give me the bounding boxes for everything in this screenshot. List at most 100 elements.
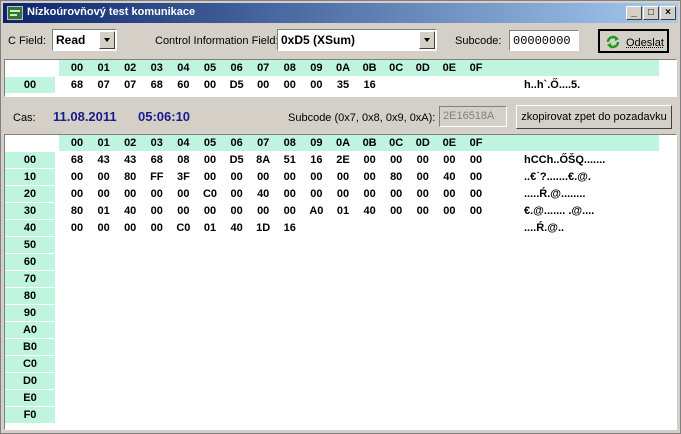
response-byte-cell: 51 [283, 154, 296, 166]
request-byte-cell: 07 [124, 79, 137, 91]
cif-dropdown-icon[interactable] [419, 31, 435, 49]
response-row-label: A0 [5, 322, 55, 338]
response-byte-cell: 00 [363, 188, 376, 200]
response-col-header: 0C [389, 137, 404, 149]
response-col-header: 05 [203, 137, 217, 149]
time-value: 05:06:10 [138, 109, 191, 124]
response-byte-cell: 00 [416, 171, 429, 183]
response-byte-cell: 68 [70, 154, 84, 166]
cfield-dropdown-icon[interactable] [99, 31, 115, 49]
cas-label: Cas: [13, 112, 36, 124]
cif-select[interactable]: 0xD5 (XSum) [277, 29, 437, 51]
response-byte-cell: 00 [177, 205, 190, 217]
request-byte-cell: D5 [229, 79, 244, 91]
response-row-label: 30 [5, 203, 55, 219]
response-ascii-text: ..€˙?.......€.@. [524, 171, 591, 183]
subcode-input[interactable]: 00000000 [509, 30, 579, 51]
response-byte-cell: 08 [177, 154, 190, 166]
response-row: 30 80 01 40 00 00 00 00 00 00 A0 01 40 00 00 00 00 €.@...… [5, 203, 676, 220]
response-byte-cell: 00 [257, 171, 270, 183]
response-byte-cell: 00 [230, 205, 243, 217]
title-bar[interactable]: Nízkoúrovňový test komunikace _ □ × [3, 3, 678, 23]
response-byte-cell: 00 [469, 154, 483, 166]
request-byte-cell: 68 [70, 79, 84, 91]
response-byte-cell: 00 [283, 171, 296, 183]
response-byte-cell: 00 [443, 154, 456, 166]
request-header-row: 00 01 02 03 04 05 06 07 08 09 0A 0B 0C 0D 0E 0F [5, 60, 676, 77]
request-col-header: 03 [150, 62, 163, 74]
response-byte-cell: 3F [176, 171, 190, 183]
request-byte-cell: 00 [310, 79, 323, 91]
request-byte-cell: 07 [97, 79, 110, 91]
response-byte-cell: 00 [310, 188, 323, 200]
response-byte-cell: 68 [150, 154, 163, 166]
response-col-header: 04 [177, 137, 190, 149]
response-row: E0 [5, 390, 676, 407]
response-ascii-text: €.@....... .@.... [524, 205, 595, 217]
response-row: 00 68 43 43 68 08 00 D5 8A 51 16 2E 00 00 00 00 00 hCCh..… [5, 152, 676, 169]
response-row-label: 20 [5, 186, 55, 202]
response-row-label: 60 [5, 254, 55, 270]
response-row-label: C0 [5, 356, 55, 372]
response-byte-cell: 00 [469, 205, 483, 217]
response-byte-cell: 00 [124, 222, 137, 234]
close-button[interactable]: × [660, 6, 676, 20]
request-byte-cell: 35 [336, 79, 350, 91]
response-byte-cell: 01 [336, 205, 350, 217]
response-byte-cell: 00 [363, 154, 376, 166]
response-row: 70 [5, 271, 676, 288]
response-row: D0 [5, 373, 676, 390]
response-byte-cell: 00 [390, 188, 403, 200]
response-byte-cell: 40 [124, 205, 137, 217]
response-row: C0 [5, 356, 676, 373]
response-byte-cell: 00 [390, 154, 403, 166]
response-byte-cell: 00 [257, 205, 270, 217]
response-byte-cell: C0 [176, 222, 191, 234]
request-col-header: 01 [97, 62, 110, 74]
request-byte-cell: 16 [363, 79, 376, 91]
response-byte-cell: 01 [203, 222, 217, 234]
response-col-header: 0F [469, 137, 483, 149]
response-row: 20 00 00 00 00 00 C0 00 40 00 00 00 00 00 00 00 00 .....Ŕ… [5, 186, 676, 203]
response-byte-cell: 1D [256, 222, 271, 234]
response-byte-cell: 00 [230, 188, 243, 200]
copy-back-button[interactable]: zkopirovat zpet do pozadavku [516, 105, 672, 129]
response-byte-cell: 8A [256, 154, 271, 166]
request-ascii-text: h..h`.Ő....5. [524, 79, 581, 91]
response-byte-cell: 40 [257, 188, 270, 200]
subcode-range-label: Subcode (0x7, 0x8, 0x9, 0xA): [288, 112, 436, 124]
minimize-button[interactable]: _ [626, 6, 642, 20]
response-row-label: 50 [5, 237, 55, 253]
response-byte-cell: A0 [309, 205, 324, 217]
maximize-button[interactable]: □ [643, 6, 659, 20]
response-byte-cell: 00 [363, 171, 376, 183]
response-byte-cell: 00 [443, 205, 456, 217]
response-byte-cell: C0 [202, 188, 218, 200]
response-row-label: E0 [5, 390, 55, 406]
request-byte-cell: 60 [177, 79, 190, 91]
response-row-label: 90 [5, 305, 55, 321]
response-byte-cell: 00 [150, 222, 163, 234]
request-byte-cell: 00 [283, 79, 296, 91]
send-label: Odeslat [626, 37, 664, 49]
response-byte-cell: 00 [150, 205, 163, 217]
response-row-label: F0 [5, 407, 55, 423]
subcode-label: Subcode: [455, 35, 502, 47]
response-byte-cell: 00 [390, 205, 403, 217]
response-row-label: B0 [5, 339, 55, 355]
response-row: F0 [5, 407, 676, 424]
response-ascii-text: .....Ŕ.@........ [524, 188, 586, 200]
response-byte-cell: 00 [416, 188, 429, 200]
response-col-header: 09 [310, 137, 323, 149]
request-col-header: 05 [203, 62, 217, 74]
request-col-header: 0E [442, 62, 457, 74]
response-row-label: D0 [5, 373, 55, 389]
response-byte-cell: 16 [283, 222, 296, 234]
response-col-header: 03 [150, 137, 163, 149]
request-col-header: 0B [362, 62, 377, 74]
cfield-select[interactable]: Read [52, 29, 117, 51]
response-row-label: 70 [5, 271, 55, 287]
response-ascii-text: hCCh..ŐŠQ....... [524, 154, 606, 166]
response-byte-cell: 00 [336, 188, 350, 200]
send-button[interactable]: Odeslat [598, 29, 669, 53]
